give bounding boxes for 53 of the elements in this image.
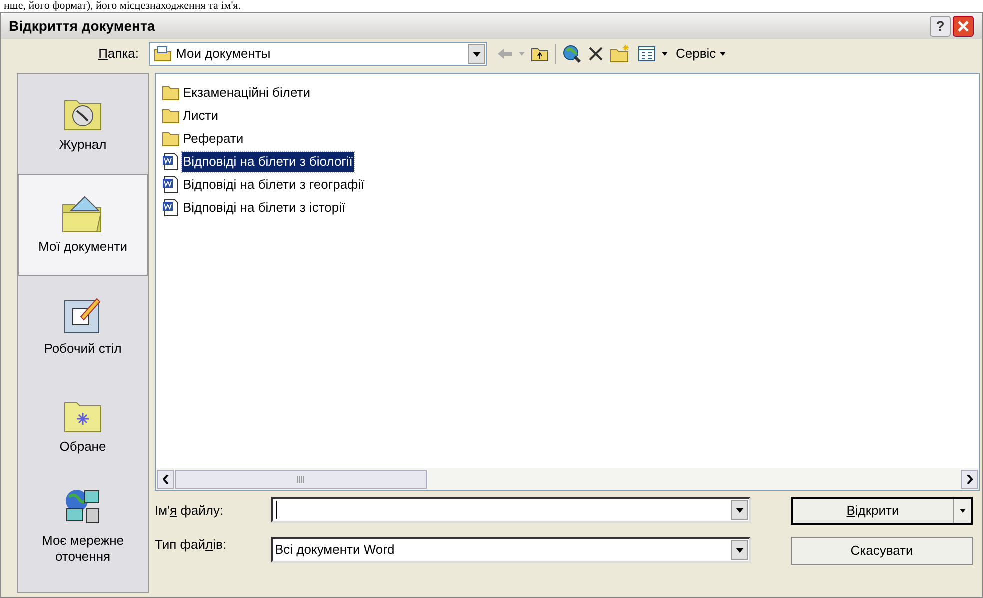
folder-label: Папка: [98, 45, 140, 64]
right-chevron-icon [966, 474, 972, 484]
folder-icon [162, 85, 180, 101]
word-document-icon [162, 153, 180, 171]
globe-search-icon[interactable] [562, 44, 582, 64]
folder-item[interactable]: Екзаменаційні білети [182, 83, 312, 103]
caret-icon [736, 508, 744, 512]
close-icon [957, 20, 970, 32]
folder-value: Мои документы [176, 45, 272, 64]
delete-icon[interactable] [588, 46, 604, 62]
word-document-icon [162, 176, 180, 194]
folder-icon [154, 46, 172, 62]
caret-icon [960, 509, 966, 513]
file-name-label: Ім'я файлу: [155, 502, 225, 520]
caret-icon [720, 52, 726, 56]
left-chevron-icon [162, 474, 168, 484]
caret-icon [472, 52, 480, 56]
horizontal-scrollbar[interactable] [156, 468, 979, 490]
dropdown-arrow-button[interactable] [468, 44, 485, 64]
cancel-button[interactable]: Скасувати [791, 537, 973, 565]
places-item[interactable]: Журнал [18, 74, 148, 174]
places-item[interactable]: Робочий стіл [18, 276, 148, 376]
word-document-icon [162, 199, 180, 217]
folder-dropdown[interactable]: Мои документы [149, 42, 487, 66]
caret-icon[interactable] [662, 52, 668, 56]
folder-icon [162, 108, 180, 124]
places-item[interactable]: Обране [18, 376, 148, 476]
dropdown-arrow-button[interactable] [731, 540, 748, 560]
file-type-dropdown[interactable]: Всі документи Word [271, 537, 751, 563]
caret-icon [736, 548, 744, 552]
folder-icon [162, 131, 180, 147]
window-title: Відкриття документа [9, 16, 156, 36]
document-text: нше, його формат), його місцезнаходження та ім'я. [4, 0, 241, 12]
places-item[interactable]: Моє мережне оточення [18, 476, 148, 576]
scroll-thumb[interactable] [175, 470, 427, 488]
folder-item[interactable]: Реферати [182, 129, 245, 149]
open-button[interactable]: Відкрити [791, 497, 973, 525]
close-button[interactable] [953, 16, 974, 36]
document-item[interactable]: Відповіді на білети з біології [182, 152, 354, 172]
dropdown-arrow-button[interactable] [731, 500, 748, 520]
help-button[interactable]: ? [930, 16, 951, 36]
new-folder-icon[interactable] [610, 45, 632, 63]
tools-menu-button[interactable]: Сервіс [676, 44, 726, 64]
document-item[interactable]: Відповіді на білети з географії [182, 175, 366, 195]
document-item[interactable]: Відповіді на білети з історії [182, 198, 347, 218]
file-name-field[interactable] [271, 497, 751, 523]
scroll-left-button[interactable] [157, 470, 174, 488]
folder-item[interactable]: Листи [182, 106, 220, 126]
views-icon[interactable] [638, 46, 656, 62]
places-item[interactable]: Мої документи [18, 174, 148, 276]
up-folder-icon[interactable] [531, 46, 549, 62]
file-type-label: Тип файлів: [155, 536, 228, 554]
scroll-right-button[interactable] [961, 470, 978, 488]
